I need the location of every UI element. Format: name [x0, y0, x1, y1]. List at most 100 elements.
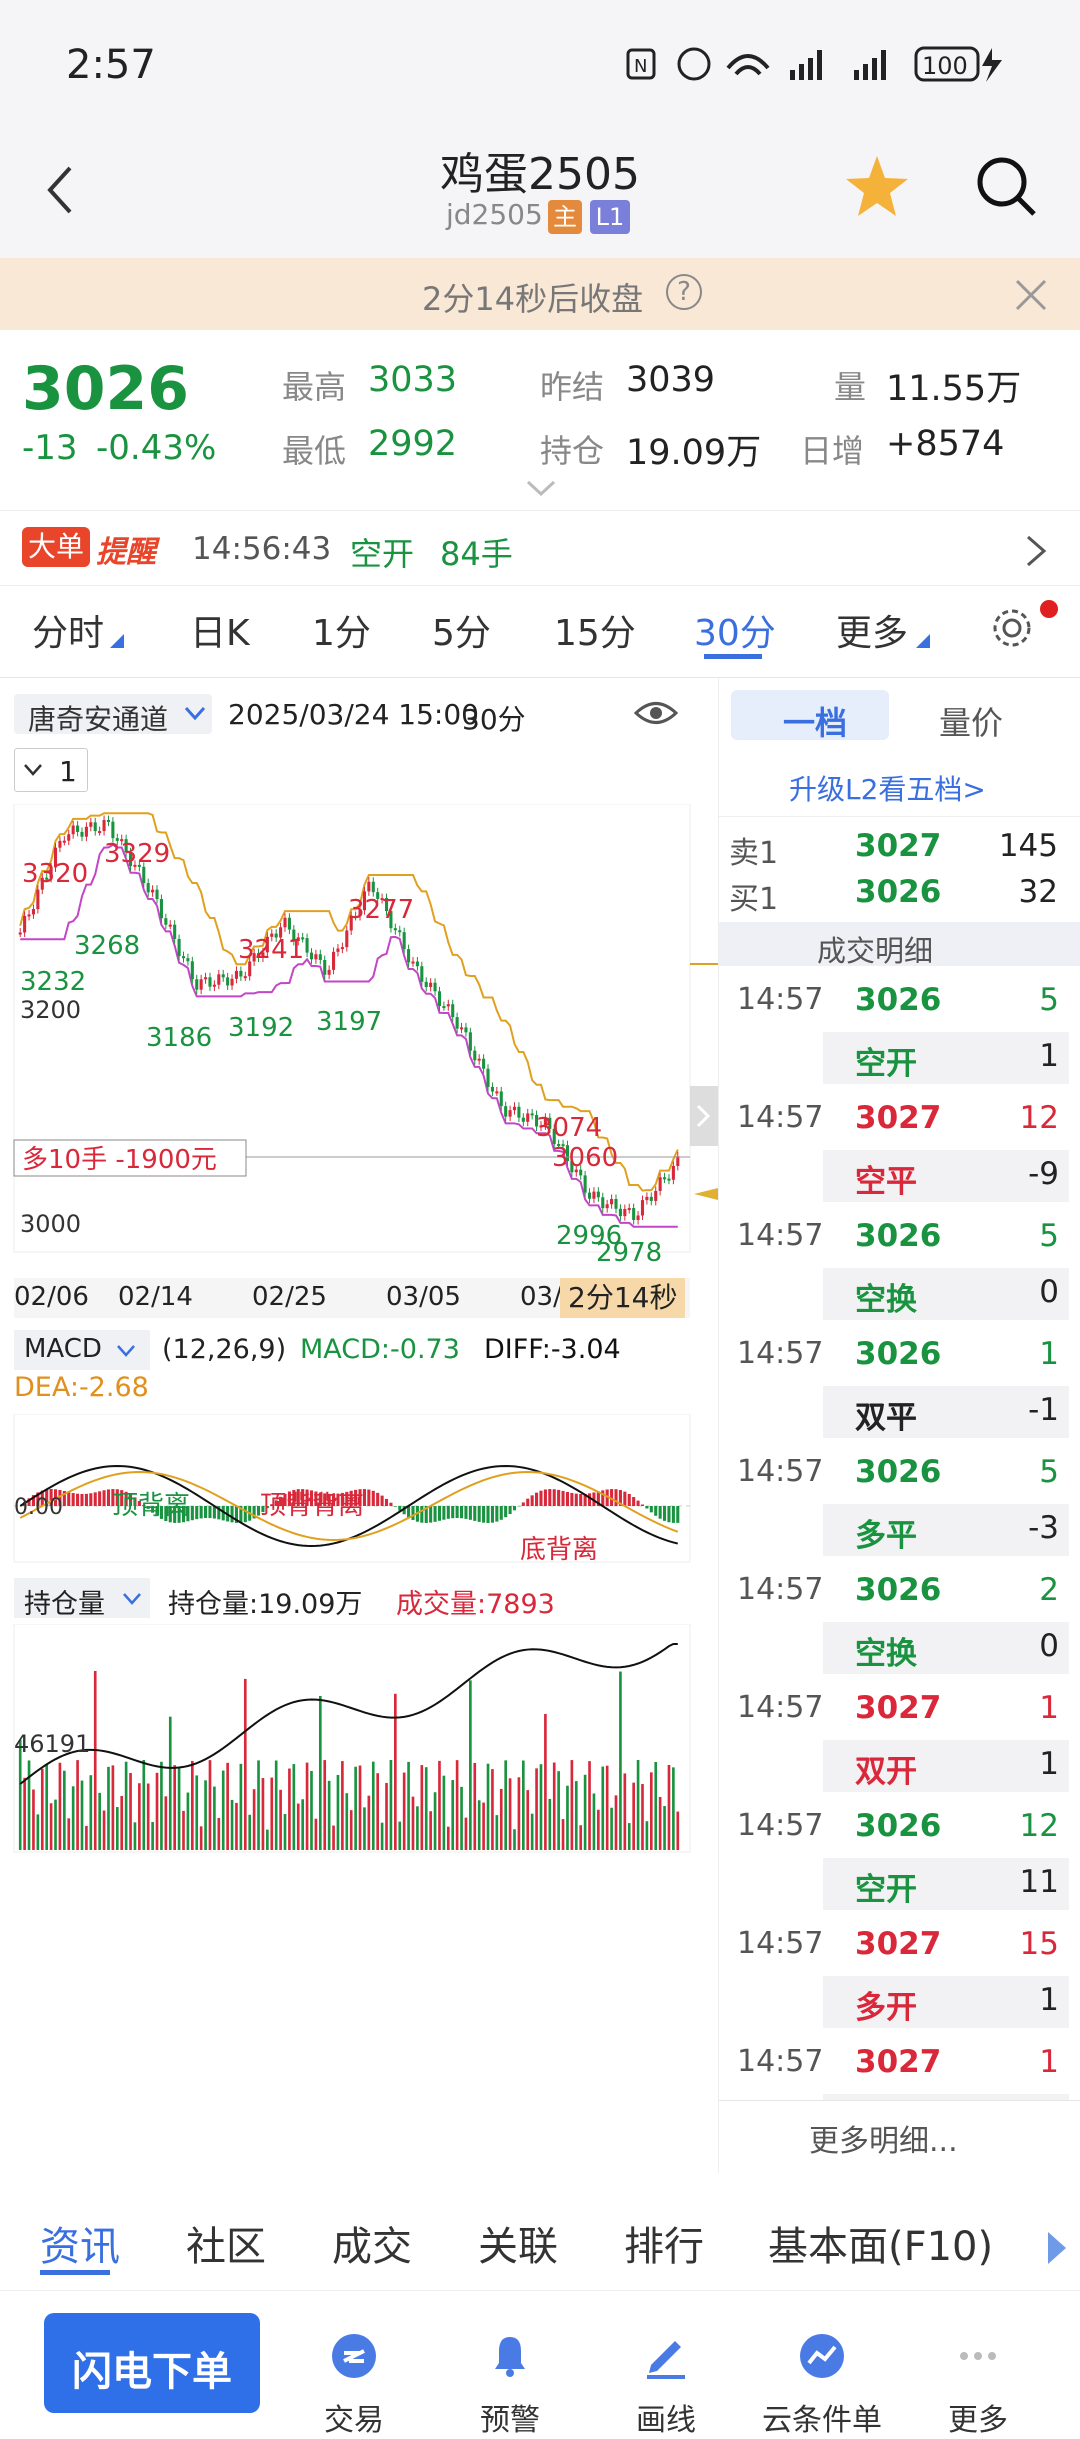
volume-bar [451, 1780, 454, 1850]
flash-order-button[interactable]: 闪电下单 [44, 2313, 260, 2413]
candle [85, 827, 88, 837]
quote-panel: 3026 -13 -0.43% 最高 3033 最低 2992 昨结 3039 … [0, 330, 1080, 510]
volume-bar [416, 1806, 419, 1850]
macd-bar [411, 1506, 414, 1520]
upgrade-link[interactable]: 升级L2看五档> [789, 768, 986, 808]
channel-select[interactable]: 唐奇安通道 [14, 694, 212, 734]
bid-price: 3026 [855, 874, 941, 910]
chevron-right-icon[interactable] [690, 1086, 718, 1146]
chevron-down-icon [23, 763, 43, 777]
tab-1min[interactable]: 1分 [312, 604, 371, 656]
tab-5min[interactable]: 5分 [432, 604, 491, 656]
macd-bar [562, 1491, 565, 1506]
volume-bar [593, 1793, 596, 1850]
tab-volume-price[interactable]: 量价 [939, 698, 1003, 744]
low-label: 最低 [282, 426, 346, 472]
macd-bar [553, 1489, 556, 1506]
bottom-toolbar: 闪电下单 交易 预警 画线 云条件单 更多 [0, 2290, 1080, 2438]
macd-bar [80, 1494, 83, 1506]
candle [336, 949, 339, 952]
tab-related[interactable]: 关联 [478, 2214, 558, 2272]
trade-button[interactable]: 交易 [294, 2331, 414, 2439]
expand-icon[interactable] [524, 478, 558, 498]
candle [597, 1192, 600, 1198]
eye-icon[interactable] [634, 698, 678, 728]
tab-more[interactable]: 更多 [836, 604, 908, 656]
macd-bar [67, 1492, 70, 1506]
close-icon[interactable] [1014, 278, 1048, 312]
candle [659, 1177, 662, 1191]
chart-area[interactable]: 唐奇安通道 2025/03/24 15:00 30分 1 3320 3329 3… [0, 678, 718, 2173]
macd-bar [650, 1506, 653, 1512]
candle [486, 1069, 489, 1087]
tab-ranking[interactable]: 排行 [624, 2214, 704, 2272]
big-order-alert[interactable]: 大单 提醒 14:56:43 空开 84手 [0, 510, 1080, 586]
kline-chart[interactable]: 3320 3329 3268 3232 3200 3241 3277 3186 … [0, 804, 718, 1254]
trade-icon [329, 2331, 379, 2381]
inc-label: 日增 [800, 426, 864, 472]
macd-bar [588, 1493, 591, 1506]
axis-3000: 3000 [20, 1210, 81, 1238]
macd-label: MACD [24, 1334, 102, 1364]
count-value: 1 [59, 755, 77, 788]
more-details-link[interactable]: 更多明细... [809, 2116, 958, 2160]
tab-trades[interactable]: 成交 [332, 2214, 412, 2272]
candle [614, 1199, 617, 1209]
candle [473, 1051, 476, 1061]
settings-icon[interactable] [990, 606, 1034, 650]
macd-select[interactable]: MACD [14, 1330, 150, 1370]
candle [72, 826, 75, 835]
candle [403, 932, 406, 949]
oi-chart[interactable]: 46191 [0, 1624, 718, 1854]
cloud-order-button[interactable]: 云条件单 [762, 2331, 882, 2439]
more-button[interactable]: 更多 [918, 2331, 1038, 2439]
tab-day[interactable]: 日K [190, 604, 250, 656]
volume-bar [562, 1819, 565, 1850]
draw-button[interactable]: 画线 [606, 2331, 726, 2439]
candle [500, 1091, 503, 1106]
volume-bar [398, 1822, 401, 1850]
candle [32, 909, 35, 914]
macd-bar [376, 1493, 379, 1506]
trade-price: 3027 [855, 2044, 941, 2080]
macd-bar [566, 1492, 569, 1506]
help-icon[interactable]: ? [666, 274, 702, 310]
inc-value: +8574 [886, 424, 1004, 464]
search-icon[interactable] [974, 154, 1038, 218]
volume-bar [544, 1714, 547, 1850]
count-select[interactable]: 1 [14, 748, 88, 792]
volume-bar [67, 1818, 70, 1850]
scroll-right-icon[interactable] [1044, 2230, 1068, 2266]
trade-list: 14:5730265空开114:57302712空平-914:5730265空换… [719, 974, 1080, 2100]
trade-volume: 5 [1039, 1218, 1059, 1254]
alert-action: 空开 [350, 529, 414, 575]
trade-volume: 12 [1020, 1100, 1059, 1136]
star-icon[interactable] [844, 154, 910, 218]
candle [429, 983, 432, 987]
macd-bar [434, 1506, 437, 1522]
volume-bar [45, 1764, 48, 1850]
alert-button[interactable]: 预警 [450, 2331, 570, 2439]
tab-community[interactable]: 社区 [186, 2214, 266, 2272]
candle [619, 1209, 622, 1216]
volume-bar [425, 1767, 428, 1850]
macd-chart[interactable]: 0.00 顶背离 顶背背离 底背离 [0, 1414, 718, 1564]
tab-timeshare[interactable]: 分时 [32, 604, 104, 656]
back-icon[interactable] [44, 164, 74, 216]
candle [394, 928, 397, 930]
tab-level1[interactable]: 一档 [731, 690, 889, 740]
trade-volume: 1 [1039, 1336, 1059, 1372]
macd-bar [486, 1506, 489, 1523]
trade-row: 14:5730265多平-3 [719, 1446, 1080, 1564]
tab-news[interactable]: 资讯 [40, 2214, 120, 2272]
date-label: 03/05 [386, 1282, 461, 1312]
tab-f10[interactable]: 基本面(F10) [768, 2214, 993, 2272]
tab-30min[interactable]: 30分 [694, 604, 776, 656]
volume-bar [257, 1760, 260, 1850]
volume-bar [328, 1781, 331, 1850]
volume-bar [253, 1789, 256, 1850]
oi-select[interactable]: 持仓量 [14, 1578, 150, 1618]
volume-bar [134, 1822, 137, 1850]
tab-15min[interactable]: 15分 [554, 604, 636, 656]
candle [178, 939, 181, 956]
